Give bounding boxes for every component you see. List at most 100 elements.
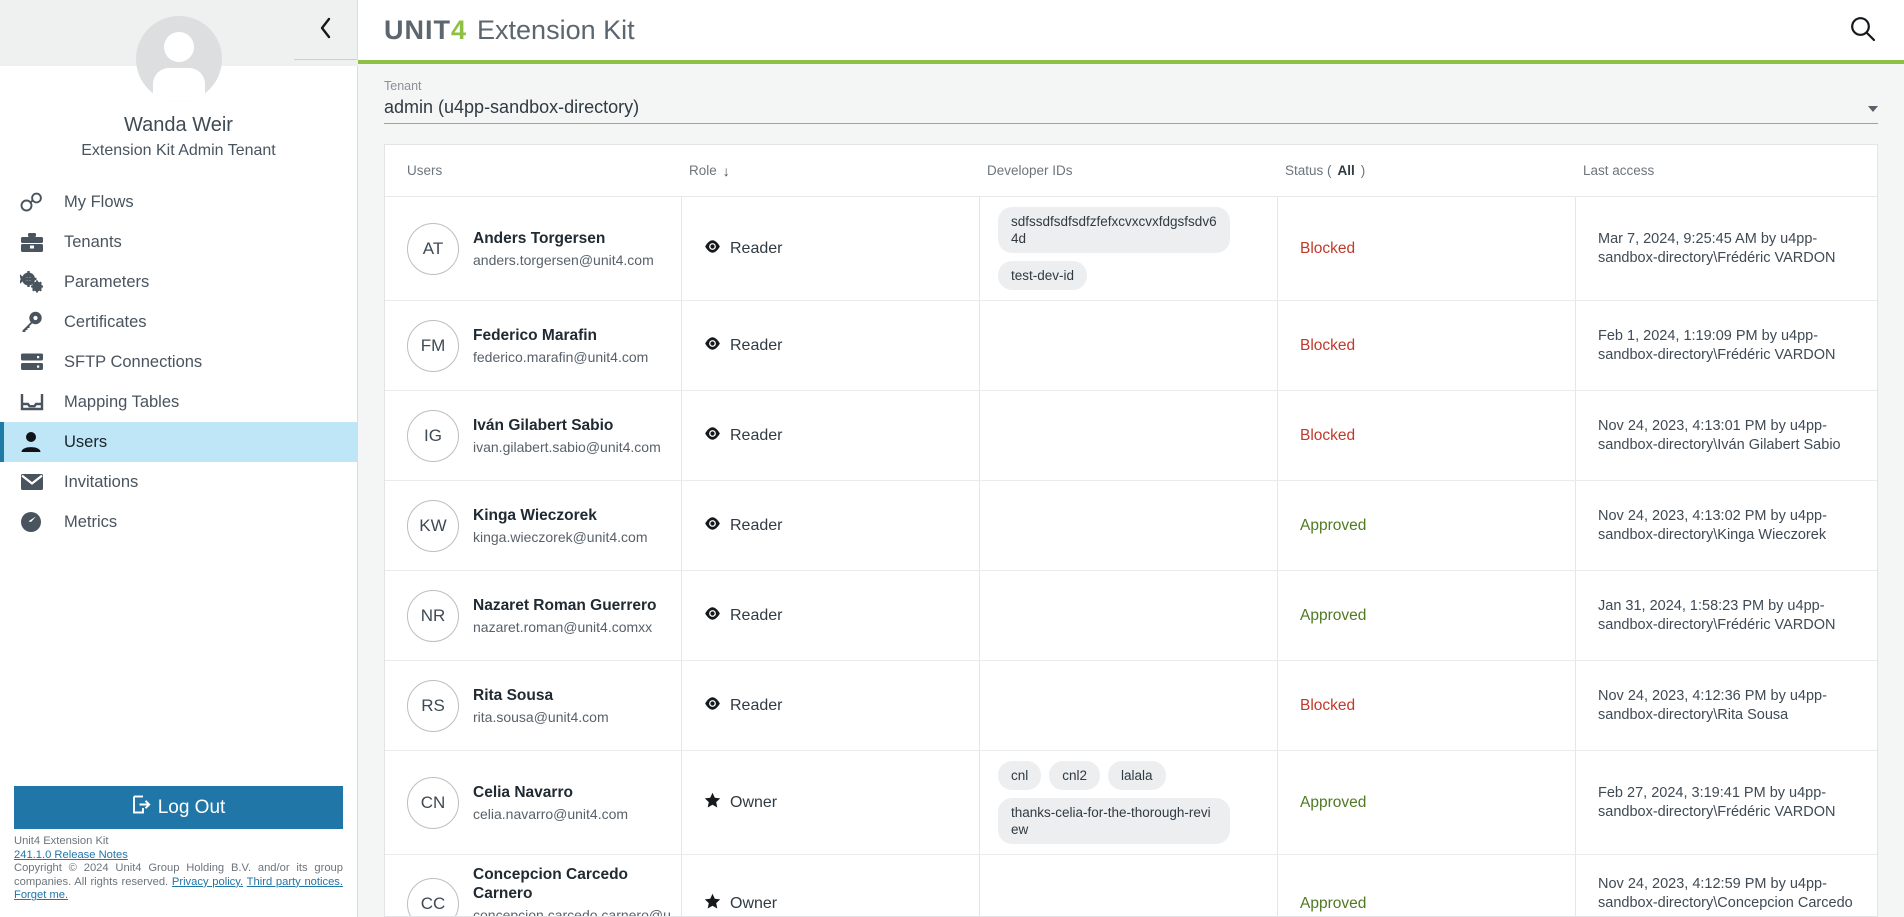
eye-icon (704, 605, 721, 627)
role-cell: Reader (681, 571, 979, 660)
sidebar-item-label: Mapping Tables (64, 392, 180, 411)
profile-name: Wanda Weir (124, 114, 233, 136)
status-badge: Approved (1300, 606, 1367, 624)
table-header-row: Users Role ↓ Developer IDs Status (All) … (385, 145, 1877, 197)
column-header-developer-ids[interactable]: Developer IDs (979, 163, 1277, 178)
avatar: RS (407, 679, 459, 732)
status-badge: Blocked (1300, 426, 1356, 444)
role-label: Reader (730, 426, 783, 444)
role-label: Reader (730, 606, 783, 624)
chevron-down-icon[interactable] (1868, 106, 1878, 112)
sidebar-collapse-button[interactable] (294, 0, 358, 60)
main-area: UNIT4 Extension Kit Tenant admin (u4pp-s… (358, 0, 1904, 917)
status-badge: Approved (1300, 894, 1367, 912)
status-cell: Blocked (1277, 661, 1575, 750)
table-row[interactable]: RS Rita Sousa rita.sousa@unit4.com Reader Bl… (385, 661, 1877, 751)
column-header-last-access-label: Last access (1583, 163, 1655, 178)
column-header-users[interactable]: Users (385, 163, 681, 178)
forget-me-link[interactable]: Forget me. (14, 889, 68, 901)
developer-ids-cell (979, 571, 1277, 660)
status-filter-value[interactable]: All (1338, 163, 1355, 178)
user-name: Iván Gilabert Sabio (473, 416, 614, 434)
role-label: Owner (730, 894, 778, 912)
user-email: nazaret.roman@unit4.comxx (473, 618, 653, 635)
avatar: CC (407, 877, 459, 916)
sidebar-item-my-flows[interactable]: My Flows (0, 182, 357, 222)
user-cell: CN Celia Navarro celia.navarro@unit4.com (385, 751, 681, 854)
avatar: KW (407, 499, 459, 552)
sidebar-item-parameters[interactable]: Parameters (0, 262, 357, 302)
third-party-notices-link[interactable]: Third party notices. (247, 876, 343, 888)
sidebar-item-label: SFTP Connections (64, 352, 203, 371)
table-row[interactable]: FM Federico Marafin federico.marafin@unit4… (385, 301, 1877, 391)
search-button[interactable] (1843, 11, 1882, 49)
table-row[interactable]: IG Iván Gilabert Sabio ivan.gilabert.sabio… (385, 391, 1877, 481)
user-cell: AT Anders Torgersen anders.torgersen@unit4… (385, 197, 681, 300)
sort-descending-icon[interactable]: ↓ (723, 164, 730, 178)
avatar: FM (407, 319, 459, 372)
status-cell: Approved (1277, 481, 1575, 570)
brand-logo-unit: UNIT (384, 14, 451, 45)
role-label: Owner (730, 793, 778, 811)
sidebar-item-users[interactable]: Users (0, 422, 357, 462)
developer-id-chip[interactable]: test-dev-id (998, 261, 1088, 290)
developer-id-chip[interactable]: thanks-celia-for-the-thorough-review (998, 798, 1230, 844)
sidebar-item-label: Parameters (64, 272, 150, 291)
sidebar-item-label: Certificates (64, 312, 147, 331)
sidebar-item-certificates[interactable]: Certificates (0, 302, 357, 342)
status-cell: Approved (1277, 751, 1575, 854)
privacy-policy-link[interactable]: Privacy policy. (172, 876, 243, 888)
app-root: Wanda Weir Extension Kit Admin Tenant My… (0, 0, 1904, 917)
tenant-select[interactable]: admin (u4pp-sandbox-directory) (384, 95, 1878, 124)
column-header-status-label: Status ( (1285, 163, 1332, 178)
status-badge: Approved (1300, 516, 1367, 534)
sidebar-item-label: Users (64, 432, 108, 451)
status-cell: Blocked (1277, 301, 1575, 390)
developer-id-chip[interactable]: sdfssdfsdfsdfzfefxcvxcvxfdgsfsdv64d (998, 207, 1230, 253)
developer-ids-cell (979, 661, 1277, 750)
developer-id-chip[interactable]: lalala (1108, 761, 1166, 790)
sidebar-item-sftp-connections[interactable]: SFTP Connections (0, 342, 357, 382)
tenant-label: Tenant (384, 79, 422, 93)
eye-icon (704, 695, 721, 717)
table-row[interactable]: KW Kinga Wieczorek kinga.wieczorek@unit4.c… (385, 481, 1877, 571)
user-email: anders.torgersen@unit4.com (473, 251, 654, 268)
release-notes-link[interactable]: 241.1.0 Release Notes (14, 849, 128, 861)
role-cell: Reader (681, 301, 979, 390)
column-header-role[interactable]: Role ↓ (681, 163, 979, 178)
developer-id-chip[interactable]: cnl2 (1049, 761, 1101, 790)
user-cell: KW Kinga Wieczorek kinga.wieczorek@unit4.c… (385, 481, 681, 570)
column-header-last-access[interactable]: Last access (1575, 163, 1877, 178)
sidebar-item-metrics[interactable]: Metrics (0, 502, 357, 542)
table-row[interactable]: NR Nazaret Roman Guerrero nazaret.roman@un… (385, 571, 1877, 661)
last-access-text: Nov 24, 2023, 4:13:02 PM by u4pp-sandbox… (1598, 507, 1827, 543)
sidebar-footer: Log Out Unit4 Extension Kit 241.1.0 Rele… (0, 786, 357, 917)
logout-button[interactable]: Log Out (14, 786, 343, 830)
status-cell: Approved (1277, 855, 1575, 916)
table-row[interactable]: CC Concepcion Carcedo Carnero concepcion.c… (385, 855, 1877, 917)
column-header-status[interactable]: Status (All) (1277, 163, 1575, 178)
role-label: Reader (730, 696, 783, 714)
user-cell: RS Rita Sousa rita.sousa@unit4.com (385, 661, 681, 750)
user-cell: CC Concepcion Carcedo Carnero concepcion.c… (385, 855, 681, 917)
sidebar-item-invitations[interactable]: Invitations (0, 462, 357, 502)
brand-logo: UNIT4 (384, 15, 467, 46)
chevron-left-icon (316, 16, 336, 43)
sidebar-item-mapping-tables[interactable]: Mapping Tables (0, 382, 357, 422)
developer-ids-cell (979, 481, 1277, 570)
table-row[interactable]: AT Anders Torgersen anders.torgersen@unit4… (385, 197, 1877, 301)
user-name: Rita Sousa (473, 686, 554, 704)
gauge-icon (20, 510, 50, 534)
gears-icon (20, 270, 50, 294)
inbox-icon (20, 390, 50, 414)
sidebar-item-tenants[interactable]: Tenants (0, 222, 357, 262)
user-cell: NR Nazaret Roman Guerrero nazaret.roman@un… (385, 571, 681, 660)
envelope-icon (20, 470, 50, 494)
avatar: AT (407, 222, 459, 275)
search-icon (1849, 15, 1876, 45)
flows-icon (20, 190, 50, 214)
developer-id-chip[interactable]: cnl (998, 761, 1042, 790)
last-access-cell: Feb 1, 2024, 1:19:09 PM by u4pp-sandbox-… (1575, 301, 1877, 390)
table-row[interactable]: CN Celia Navarro celia.navarro@unit4.com Ow… (385, 751, 1877, 855)
user-email: concepcion.carcedo.carnero@unit4.com (473, 907, 671, 917)
